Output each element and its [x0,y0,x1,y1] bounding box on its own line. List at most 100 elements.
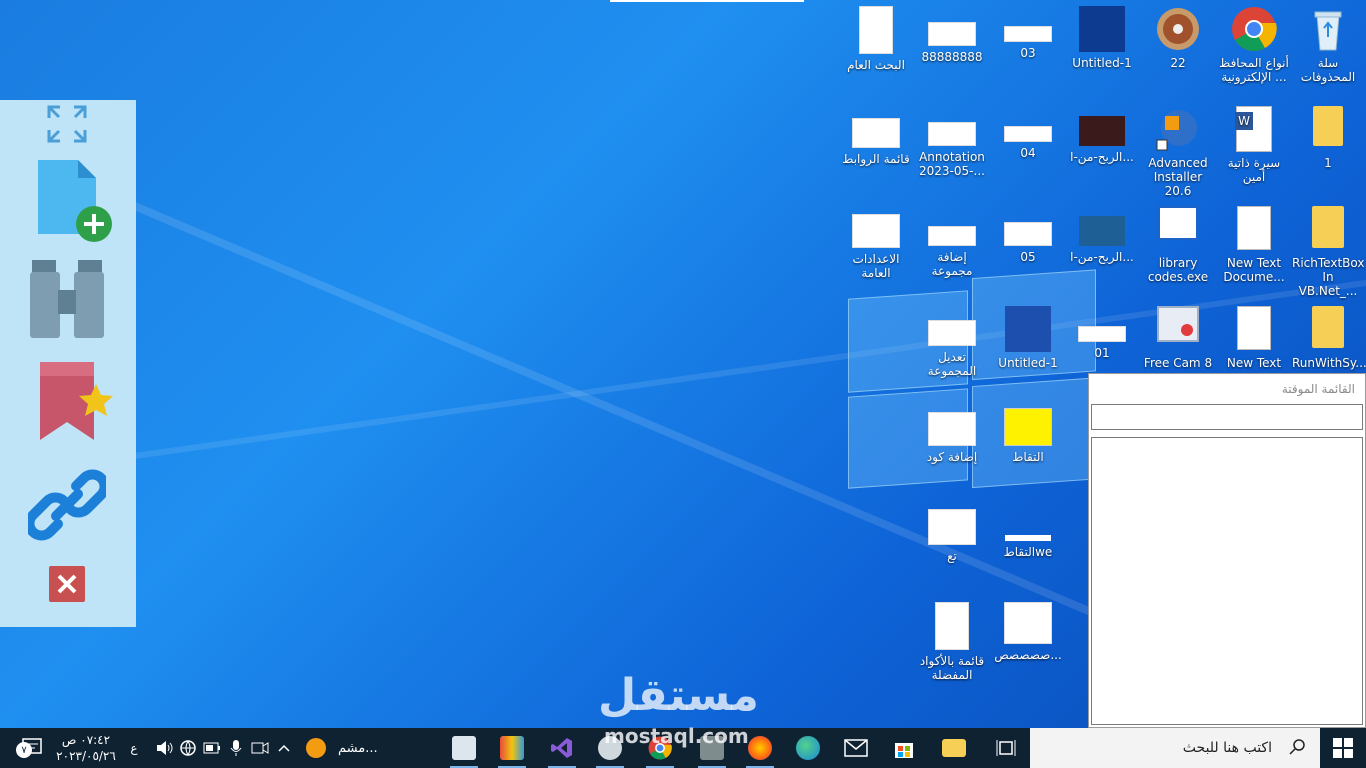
network-icon[interactable] [176,728,200,768]
desktop-icon[interactable]: New Text [1218,300,1290,370]
clock[interactable]: ٠٧:٤٢ ص ٢٠٢٣/٠٥/٢٦ [56,728,116,768]
desktop-icon[interactable]: 88888888 [916,0,988,64]
desktop-icon-label: تعديل المجموعة [927,350,977,378]
binoculars-icon[interactable] [30,260,104,344]
input-language[interactable]: ع [124,728,144,768]
desktop-icon[interactable]: إضافة مجموعة [916,200,988,278]
free-cam-icon [1155,306,1201,352]
desktop-icon-label: سيرة ذاتية أمين [1227,156,1281,184]
desktop-icon[interactable]: صصصصص... [992,596,1064,662]
desktop-icon[interactable]: 22 [1142,0,1214,70]
installer-icon [1155,106,1201,152]
desktop-icon[interactable]: التقاط [992,398,1064,464]
desktop-icon-label: Untitled-1 [1072,56,1132,70]
camera-in-use-icon[interactable] [248,728,272,768]
desktop-icon[interactable]: RunWithSy... [1292,300,1366,370]
desktop-icon[interactable]: الربح-من-ا... [1066,100,1138,164]
desktop-icon[interactable]: الاعدادات العامة [840,200,912,280]
desktop-icon[interactable]: Advanced Installer 20.6 [1142,100,1214,198]
pinned-list-panel: القائمة الموقتة [1088,373,1366,728]
desktop-icon[interactable]: Annotation 2023-05-... [916,100,988,178]
notification-count-badge: ٧ [16,742,32,758]
taskbar-app-icon[interactable] [882,728,926,768]
desktop-icon-label: RichTextBox In VB.Net_... [1292,256,1365,298]
text-document-icon [1231,206,1277,252]
taskbar-app-icon[interactable] [490,728,534,768]
pinned-list-input[interactable] [1091,404,1363,430]
desktop-icon[interactable]: New Text Docume... [1218,200,1290,284]
desktop-icon[interactable]: قائمة الروابط [840,100,912,166]
image-thumbnail-icon [859,6,893,54]
bookmark-star-icon[interactable] [40,362,118,446]
desktop-icon-label: New Text Docume... [1223,256,1285,284]
desktop-icon[interactable]: تع [916,497,988,563]
wallpaper-windows-logo [848,259,1098,516]
chevron-up-icon[interactable] [272,728,296,768]
desktop-icon-label: سلة المحذوفات [1300,56,1356,84]
desktop-icon-label: قائمة الروابط [842,152,910,166]
volume-icon[interactable] [152,728,176,768]
folder-chrome-icon [1305,206,1351,252]
desktop-icon[interactable]: 03 [992,0,1064,60]
desktop-icon-label: التقاط [1012,450,1044,464]
image-thumbnail-icon [852,214,900,248]
desktop-icon[interactable]: W سيرة ذاتية أمين [1218,100,1290,184]
desktop-icon[interactable]: Free Cam 8 [1142,300,1214,370]
clock-time: ٠٧:٤٢ ص [61,733,111,747]
desktop-icon-label: إضافة مجموعة [931,250,973,278]
recycle-bin-icon[interactable]: سلة المحذوفات [1292,0,1364,84]
desktop-icon[interactable]: RichTextBox In VB.Net_... [1292,200,1364,298]
desktop-icon-label: الاعدادات العامة [852,252,900,280]
image-thumbnail-icon [928,22,976,46]
desktop-icon[interactable]: الربح-من-ا... [1066,200,1138,264]
image-thumbnail-icon [1078,326,1126,342]
clock-date: ٢٠٢٣/٠٥/٢٦ [56,749,116,763]
task-view-button[interactable] [984,728,1028,768]
windows-logo-icon [1333,738,1353,758]
desktop-icon[interactable]: 01 [1066,300,1138,360]
pinned-list-box[interactable] [1091,437,1363,725]
taskbar-app-icon[interactable] [786,728,830,768]
close-icon[interactable] [49,566,85,606]
image-thumbnail-icon [935,602,969,650]
desktop-icon-label: RunWithSy... [1292,356,1366,370]
image-thumbnail-icon [1004,408,1052,446]
desktop-icon[interactable]: 1 [1292,100,1364,170]
desktop-icon[interactable]: إضافة كود [916,398,988,464]
link-icon[interactable] [24,466,110,548]
battery-icon[interactable] [200,728,224,768]
desktop-icon[interactable]: Untitled-1 [992,300,1064,370]
recycle-bin-icon [1305,6,1351,52]
desktop-icon[interactable]: قائمة بالأكواد المفضلة [916,596,988,682]
start-button[interactable] [1320,728,1366,768]
running-app-item[interactable]: مشم... [306,728,386,768]
taskbar-app-icon[interactable] [442,728,486,768]
desktop-icon-label: 88888888 [921,50,983,64]
desktop-icon[interactable]: أنواع المحافظ الإلكترونية ... [1218,0,1290,84]
new-file-icon[interactable] [36,158,116,248]
image-thumbnail-icon [928,122,976,146]
microphone-icon[interactable] [224,728,248,768]
taskbar-app-icon[interactable] [932,728,976,768]
desktop-icon[interactable]: البحث العام [840,0,912,72]
taskbar-app-icon[interactable] [834,728,878,768]
desktop-icon[interactable]: التقاطwe [992,497,1064,559]
taskbar-search[interactable]: اكتب هنا للبحث [1030,728,1320,768]
desktop-icon-label: 05 [1020,250,1036,264]
desktop-icon-label: الربح-من-ا... [1070,250,1134,264]
disc-icon [1155,6,1201,52]
desktop-icon-label: قائمة بالأكواد المفضلة [919,654,985,682]
desktop-icon[interactable]: تعديل المجموعة [916,300,988,378]
desktop-icon[interactable]: library codes.exe [1142,200,1214,284]
image-thumbnail-icon [928,509,976,545]
desktop-icon[interactable]: Untitled-1 [1066,0,1138,70]
desktop-icon-label: أنواع المحافظ الإلكترونية ... [1219,56,1289,84]
search-placeholder: اكتب هنا للبحث [1182,740,1272,756]
desktop-icon[interactable]: 04 [992,100,1064,160]
desktop-icon[interactable]: 05 [992,200,1064,264]
fullscreen-icon[interactable] [46,104,88,148]
desktop-icon-label: صصصصص... [994,648,1062,662]
taskbar-app-icon[interactable] [540,728,584,768]
desktop-icon-label: Advanced Installer 20.6 [1148,156,1208,198]
image-thumbnail-icon [1005,535,1051,541]
